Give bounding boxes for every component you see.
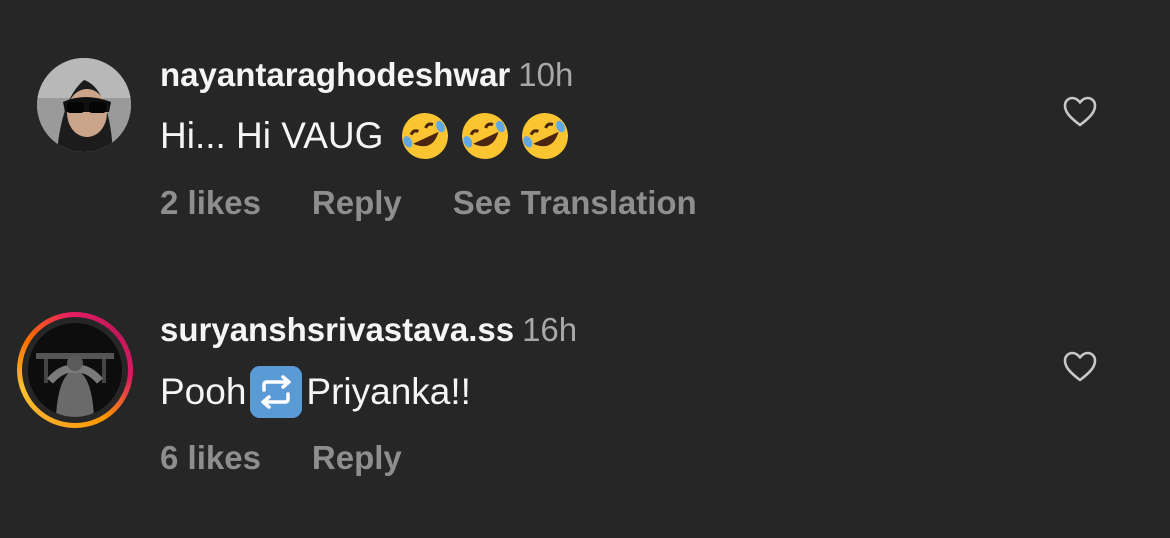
- rolling-on-floor-laughing-icon: [522, 113, 569, 159]
- repeat-emoji-icon: [250, 366, 303, 418]
- comment-text-content: Hi... Hi VAUG: [160, 115, 384, 156]
- heart-icon[interactable]: [1062, 349, 1098, 385]
- likes-count-button[interactable]: 6 likes: [160, 439, 261, 477]
- rolling-on-floor-laughing-icon: [462, 113, 509, 159]
- username-text[interactable]: suryanshsrivastava.ss: [160, 311, 514, 348]
- comment-text: Hi... Hi VAUG: [160, 110, 571, 162]
- reply-button[interactable]: Reply: [312, 439, 402, 477]
- see-translation-button[interactable]: See Translation: [453, 184, 697, 222]
- comment-time: 10h: [518, 56, 574, 93]
- profile-photo-icon: [28, 323, 122, 417]
- comment-username[interactable]: nayantaraghodeshwar 10h: [160, 56, 573, 94]
- profile-photo-icon: [37, 58, 131, 152]
- comment-text-before: Pooh: [160, 371, 247, 412]
- comment-username[interactable]: suryanshsrivastava.ss 16h: [160, 311, 577, 349]
- avatar[interactable]: [28, 323, 122, 417]
- comment-text: Pooh Priyanka!!: [160, 366, 471, 418]
- repeat-arrows-icon: [250, 366, 303, 418]
- username-text[interactable]: nayantaraghodeshwar: [160, 56, 510, 93]
- comment-actions: 6 likes Reply: [160, 439, 453, 477]
- heart-icon[interactable]: [1062, 94, 1098, 130]
- comment-actions: 2 likes Reply See Translation: [160, 184, 748, 222]
- reply-button[interactable]: Reply: [312, 184, 402, 222]
- avatar[interactable]: [37, 58, 131, 152]
- rolling-on-floor-laughing-icon: [402, 113, 449, 159]
- likes-count-button[interactable]: 2 likes: [160, 184, 261, 222]
- comment-text-after: Priyanka!!: [306, 371, 471, 412]
- comment-time: 16h: [522, 311, 578, 348]
